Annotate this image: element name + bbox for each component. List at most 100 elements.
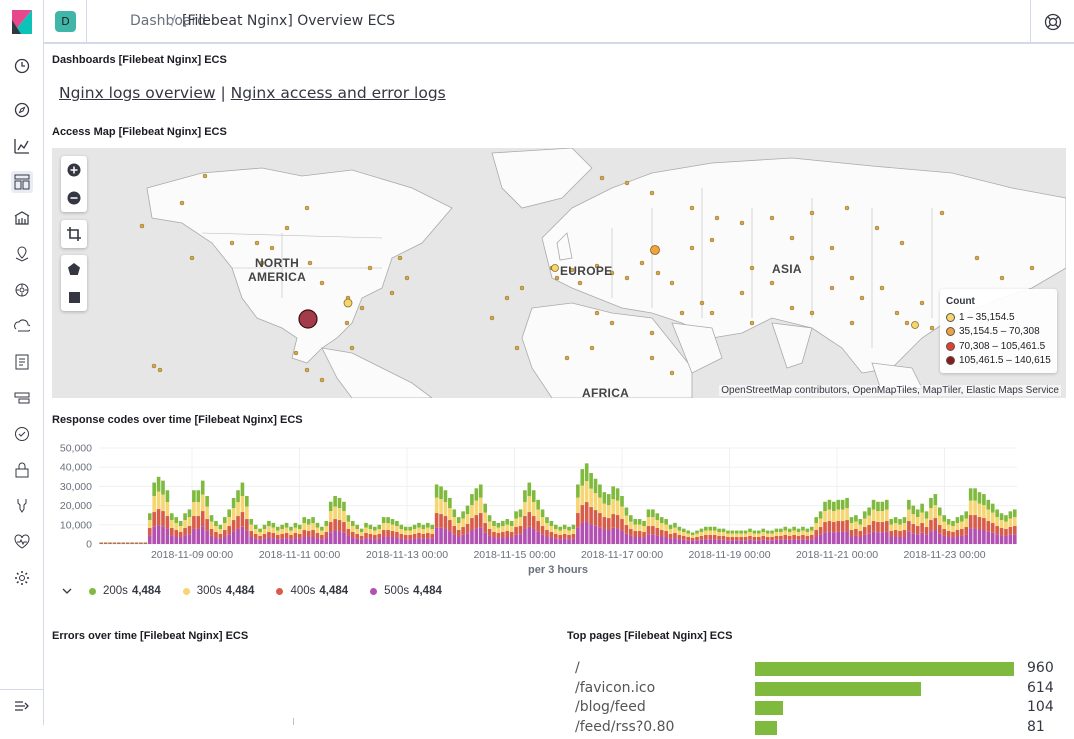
bar-segment-500s[interactable] (307, 537, 311, 544)
bar-segment-300s[interactable] (157, 492, 161, 509)
bar-segment-200s[interactable] (157, 477, 161, 492)
bar-segment-300s[interactable] (311, 523, 315, 530)
bar-segment-200s[interactable] (819, 511, 823, 518)
bar-segment-500s[interactable] (347, 536, 351, 544)
bar-segment-400s[interactable] (430, 534, 434, 539)
bar-segment-300s[interactable] (1004, 522, 1008, 529)
bar-segment-200s[interactable] (911, 506, 915, 514)
bar-segment-300s[interactable] (497, 528, 501, 533)
bar-segment-400s[interactable] (642, 532, 646, 538)
bar-segment-300s[interactable] (585, 481, 589, 502)
bar-segment-200s[interactable] (598, 484, 602, 497)
bar-segment-300s[interactable] (995, 517, 999, 526)
map-marker[interactable] (305, 368, 309, 372)
bar-segment-500s[interactable] (258, 540, 262, 544)
bar-segment-200s[interactable] (920, 504, 924, 513)
bar-segment-500s[interactable] (400, 539, 404, 544)
top-page-bar[interactable] (755, 721, 777, 735)
bar-segment-300s[interactable] (651, 517, 655, 526)
bar-segment-500s[interactable] (452, 534, 456, 544)
map-marker[interactable] (490, 316, 494, 320)
map-marker[interactable] (520, 286, 524, 290)
bar-segment-300s[interactable] (219, 529, 223, 534)
bar-segment-500s[interactable] (686, 540, 690, 544)
bar-segment-400s[interactable] (876, 522, 880, 532)
bar-segment-200s[interactable] (987, 500, 991, 510)
bar-segment-400s[interactable] (779, 536, 783, 540)
bar-segment-200s[interactable] (1004, 515, 1008, 521)
bar-segment-300s[interactable] (395, 526, 399, 532)
bar-segment-500s[interactable] (241, 527, 245, 544)
bar-segment-400s[interactable] (183, 528, 187, 535)
map-marker[interactable] (1030, 266, 1034, 270)
bar-segment-400s[interactable] (276, 535, 280, 539)
bar-segment-400s[interactable] (545, 530, 549, 536)
bar-segment-200s[interactable] (245, 496, 249, 507)
bar-segment-400s[interactable] (505, 531, 509, 537)
bar-segment-300s[interactable] (166, 502, 170, 516)
nav-item-uptime[interactable] (11, 423, 33, 445)
bar-segment-300s[interactable] (201, 495, 205, 511)
map-marker[interactable] (270, 246, 274, 250)
bar-segment-200s[interactable] (973, 488, 977, 500)
bar-segment-400s[interactable] (700, 536, 704, 540)
bar-segment-400s[interactable] (400, 534, 404, 539)
bar-segment-400s[interactable] (960, 529, 964, 536)
legend-item-500s[interactable]: 500s4,484 (370, 585, 442, 597)
bar-segment-200s[interactable] (766, 531, 770, 534)
bar-segment-200s[interactable] (757, 531, 761, 534)
bar-segment-300s[interactable] (942, 522, 946, 529)
bar-segment-500s[interactable] (770, 540, 774, 544)
map-marker[interactable] (690, 246, 694, 250)
bar-segment-300s[interactable] (492, 526, 496, 532)
nav-item-maps[interactable] (11, 243, 33, 265)
bar-segment-200s[interactable] (541, 509, 545, 517)
bar-segment-400s[interactable] (832, 522, 836, 532)
legend-item-400s[interactable]: 400s4,484 (276, 585, 348, 597)
bar-segment-500s[interactable] (920, 533, 924, 544)
bar-segment-500s[interactable] (157, 525, 161, 544)
bar-segment-300s[interactable] (470, 505, 474, 518)
bar-segment-400s[interactable] (788, 536, 792, 540)
bar-segment-200s[interactable] (942, 515, 946, 521)
bar-segment-200s[interactable] (550, 521, 554, 526)
bar-segment-400s[interactable] (298, 534, 302, 539)
bar-segment-500s[interactable] (192, 529, 196, 544)
bar-segment-200s[interactable] (739, 531, 743, 534)
bar-segment-200s[interactable] (249, 519, 253, 524)
bar-segment-500s[interactable] (444, 529, 448, 544)
bar-segment-200s[interactable] (364, 523, 368, 528)
bar-segment-400s[interactable] (550, 532, 554, 538)
bar-segment-200s[interactable] (894, 517, 898, 523)
bar-segment-200s[interactable] (642, 521, 646, 526)
bar-segment-200s[interactable] (272, 523, 276, 528)
map-marker[interactable] (180, 201, 184, 205)
bar-segment-300s[interactable] (779, 532, 783, 536)
bar-segment-200s[interactable] (466, 506, 470, 514)
bar-segment-400s[interactable] (342, 522, 346, 532)
map-marker[interactable] (750, 321, 754, 325)
bar-segment-200s[interactable] (876, 502, 880, 511)
bar-segment-400s[interactable] (311, 530, 315, 536)
bar-segment-300s[interactable] (859, 525, 863, 531)
bar-segment-300s[interactable] (342, 511, 346, 522)
bar-segment-200s[interactable] (351, 521, 355, 526)
bar-segment-500s[interactable] (519, 534, 523, 544)
bar-segment-400s[interactable] (867, 525, 871, 534)
nav-item-clock[interactable] (11, 55, 33, 77)
bar-segment-200s[interactable] (554, 525, 558, 529)
map-marker[interactable] (595, 311, 599, 315)
bar-segment-400s[interactable] (166, 516, 170, 529)
bar-segment-300s[interactable] (241, 496, 245, 512)
bar-segment-200s[interactable] (510, 521, 514, 526)
bar-segment-500s[interactable] (497, 538, 501, 544)
bar-segment-500s[interactable] (488, 536, 492, 544)
bar-segment-300s[interactable] (320, 531, 324, 535)
bar-segment-400s[interactable] (616, 515, 620, 528)
bar-segment-300s[interactable] (947, 525, 951, 531)
bar-segment-300s[interactable] (183, 520, 187, 528)
bar-segment-500s[interactable] (188, 534, 192, 544)
bar-segment-500s[interactable] (766, 540, 770, 544)
bar-segment-200s[interactable] (872, 500, 876, 510)
bar-segment-300s[interactable] (316, 528, 320, 533)
